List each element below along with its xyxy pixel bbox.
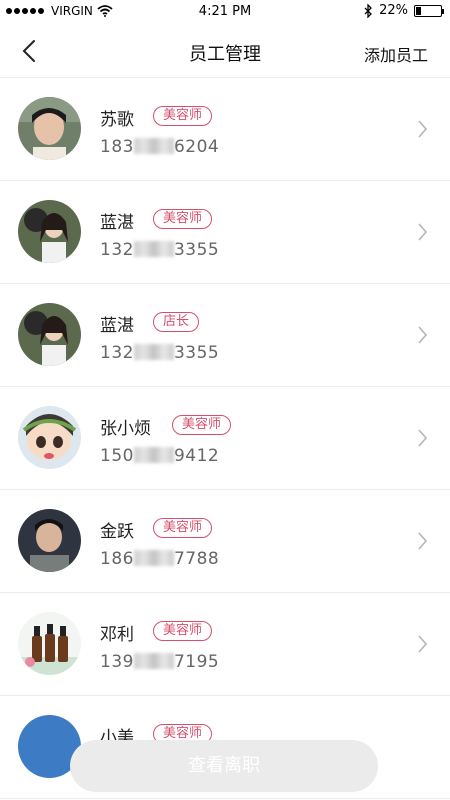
chevron-right-icon: [418, 120, 428, 138]
employee-phone: 183 6204: [100, 137, 220, 157]
role-badge: 美容师: [153, 621, 213, 641]
chevron-right-icon: [418, 532, 428, 550]
employee-phone: 150 9412: [100, 446, 220, 466]
bluetooth-icon: [364, 3, 373, 18]
employee-phone: 186 7788: [100, 549, 220, 569]
employee-list: 苏歌 美容师 183 6204 蓝湛 美容师 132 3355 蓝湛 店长 13…: [0, 78, 450, 799]
chevron-right-icon: [418, 223, 428, 241]
avatar: [18, 406, 81, 469]
list-item[interactable]: 金跃 美容师 186 7788: [0, 490, 450, 593]
list-item[interactable]: 张小烦 美容师 150 9412: [0, 387, 450, 490]
avatar: [18, 612, 81, 675]
chevron-right-icon: [418, 635, 428, 653]
chevron-right-icon: [418, 429, 428, 447]
avatar: [18, 200, 81, 263]
chevron-right-icon: [418, 326, 428, 344]
chevron-left-icon: [22, 40, 35, 62]
redaction-mask: [133, 653, 174, 669]
redaction-mask: [133, 550, 174, 566]
employee-phone: 139 7195: [100, 652, 220, 672]
redaction-mask: [133, 241, 174, 257]
employee-phone: 132 3355: [100, 343, 220, 363]
avatar: [18, 509, 81, 572]
battery-percent: 22%: [379, 3, 408, 18]
back-button[interactable]: [18, 38, 42, 64]
employee-name: 蓝湛: [100, 316, 134, 336]
battery-level: [416, 6, 422, 15]
battery-icon: [414, 4, 444, 17]
list-item[interactable]: 蓝湛 美容师 132 3355: [0, 181, 450, 284]
employee-name: 邓利: [100, 625, 134, 645]
list-item[interactable]: 蓝湛 店长 132 3355: [0, 284, 450, 387]
employee-name: 蓝湛: [100, 213, 134, 233]
role-badge: 美容师: [153, 209, 213, 229]
role-badge: 美容师: [153, 106, 213, 126]
add-employee-button[interactable]: 添加员工: [364, 42, 428, 66]
view-resigned-button[interactable]: 查看离职: [70, 740, 378, 792]
employee-name: 金跃: [100, 522, 134, 542]
role-badge: 美容师: [153, 518, 213, 538]
employee-phone: 132 3355: [100, 240, 220, 260]
redaction-mask: [133, 344, 174, 360]
list-item[interactable]: 苏歌 美容师 183 6204: [0, 78, 450, 181]
employee-name: 张小烦: [100, 419, 151, 439]
list-item[interactable]: 邓利 美容师 139 7195: [0, 593, 450, 696]
avatar: [18, 97, 81, 160]
role-badge: 店长: [153, 312, 200, 332]
status-right: 22%: [364, 3, 444, 18]
redaction-mask: [133, 138, 174, 154]
role-badge: 美容师: [172, 415, 232, 435]
avatar: [18, 303, 81, 366]
employee-name: 苏歌: [100, 110, 134, 130]
status-bar: VIRGIN 4:21 PM 22%: [0, 0, 450, 24]
redaction-mask: [133, 447, 174, 463]
nav-bar: 员工管理 添加员工: [0, 24, 450, 78]
